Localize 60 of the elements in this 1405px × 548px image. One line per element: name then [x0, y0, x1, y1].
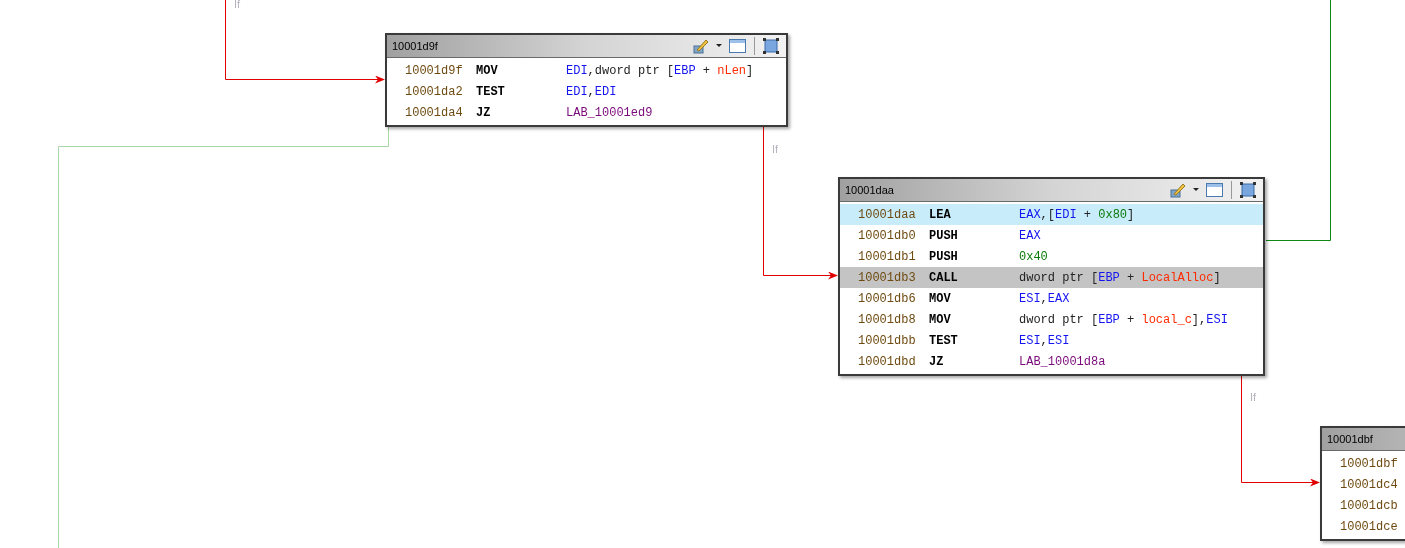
mnemonic: CALL: [929, 269, 959, 287]
mnemonic: JZ: [476, 104, 492, 122]
edge-label: If: [1250, 390, 1257, 404]
instruction-row[interactable]: 10001dbb TEST ESI,ESI: [840, 330, 1263, 351]
pencil-icon[interactable]: [1170, 182, 1186, 198]
address: 10001dbb: [858, 332, 917, 350]
block-title: 10001daa: [845, 182, 894, 198]
operands: LAB_10001d8a: [1019, 353, 1106, 371]
instruction-row[interactable]: 10001db8 MOV dword ptr [EBP + local_c],ESI: [840, 309, 1263, 330]
operands: ESI,ESI: [1019, 332, 1070, 350]
block-title: 10001dbf: [1327, 431, 1373, 447]
operands: dword ptr [EBP + local_c],ESI: [1019, 311, 1228, 329]
mnemonic: TEST: [929, 332, 959, 350]
instruction-row[interactable]: 10001db0 PUSH EAX: [840, 225, 1263, 246]
address: 10001dc4: [1340, 476, 1399, 494]
instruction-row[interactable]: 10001dbd JZ LAB_10001d8a: [840, 351, 1263, 372]
block-title: 10001d9f: [392, 38, 438, 54]
address: 10001db8: [858, 311, 917, 329]
address: 10001dcb: [1340, 497, 1399, 515]
mnemonic: MOV: [929, 311, 952, 329]
address: 10001dbd: [858, 353, 917, 371]
instruction-row[interactable]: 10001db1 PUSH 0x40: [840, 246, 1263, 267]
instruction-row[interactable]: 10001db6 MOV ESI,EAX: [840, 288, 1263, 309]
edge-label: If: [234, 0, 241, 11]
mnemonic: TEST: [476, 83, 506, 101]
mnemonic: LEA: [929, 206, 952, 224]
mnemonic: PUSH: [929, 248, 959, 266]
address: 10001d9f: [405, 62, 464, 80]
operands: 0x40: [1019, 248, 1048, 266]
operands: dword ptr [EBP + LocalAlloc]: [1019, 269, 1221, 287]
operands: EAX,[EDI + 0x80]: [1019, 206, 1135, 224]
edge-label: If: [772, 142, 779, 156]
address: 10001db3: [858, 269, 917, 287]
operands: EAX: [1019, 227, 1041, 245]
fullscreen-icon[interactable]: [1240, 182, 1256, 198]
pencil-icon[interactable]: [693, 38, 709, 54]
window-icon[interactable]: [729, 38, 746, 54]
instruction-row[interactable]: 10001db3 CALL dword ptr [EBP + LocalAlloc]: [840, 267, 1263, 288]
window-icon[interactable]: [1206, 182, 1223, 198]
instruction-row[interactable]: 10001d9f MOV EDI,dword ptr [EBP + nLen]: [387, 60, 786, 81]
operands: LAB_10001ed9: [566, 104, 653, 122]
mnemonic: JZ: [929, 353, 945, 371]
address: 10001dbf: [1340, 455, 1399, 473]
address: 10001daa: [858, 206, 917, 224]
address: 10001db0: [858, 227, 917, 245]
address: 10001db6: [858, 290, 917, 308]
instruction-row[interactable]: 10001da4 JZ LAB_10001ed9: [387, 102, 786, 123]
operands: ESI,EAX: [1019, 290, 1070, 308]
mnemonic: PUSH: [929, 227, 959, 245]
address: 10001da2: [405, 83, 464, 101]
address: 10001dce: [1340, 518, 1399, 536]
instruction-row[interactable]: 10001daa LEA EAX,[EDI + 0x80]: [840, 204, 1263, 225]
mnemonic: MOV: [476, 62, 499, 80]
address: 10001db1: [858, 248, 917, 266]
operands: EDI,dword ptr [EBP + nLen]: [566, 62, 754, 80]
address: 10001da4: [405, 104, 464, 122]
fullscreen-icon[interactable]: [763, 38, 779, 54]
instruction-row[interactable]: 10001da2 TEST EDI,EDI: [387, 81, 786, 102]
operands: EDI,EDI: [566, 83, 617, 101]
mnemonic: MOV: [929, 290, 952, 308]
